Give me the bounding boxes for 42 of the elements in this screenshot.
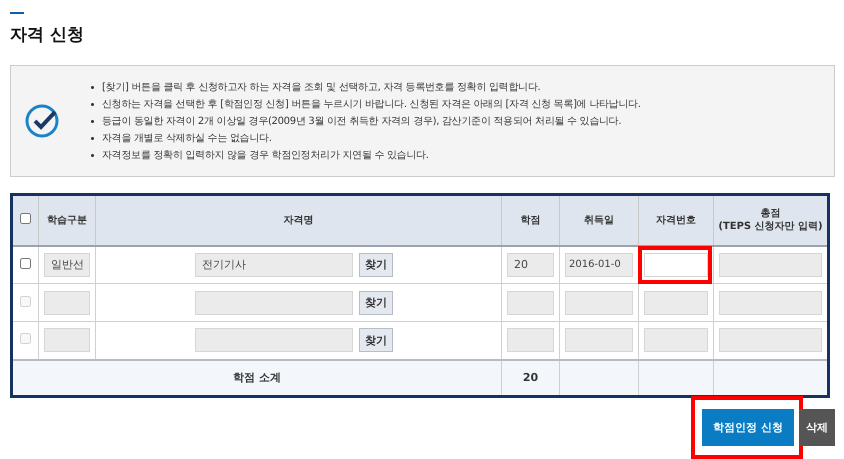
page-title: 자격 신청 (10, 24, 85, 46)
subtotal-label: 학점 소계 (233, 371, 281, 384)
bullet-dot (91, 154, 94, 156)
date-field[interactable]: 2016-01-0 (564, 252, 633, 277)
score-field[interactable] (719, 290, 822, 314)
notice-text: 자격을 개별로 삭제하실 수는 없습니다. (102, 132, 272, 145)
credits-field[interactable]: 20 (506, 252, 554, 277)
notice-text: 등급이 동일한 자격이 2개 이상일 경우(2009년 3월 이전 취득한 자격의 경우), 감산기준이 적용되어 처리될 수 있습니다. (102, 115, 622, 128)
score-field[interactable] (719, 252, 822, 277)
bullet-dot (91, 120, 94, 122)
title-accent (10, 12, 24, 14)
delete-button[interactable]: 삭제 (799, 409, 835, 446)
check-circle-icon (25, 103, 61, 139)
bullet-dot (91, 102, 94, 106)
notice-text: [찾기] 버튼을 클릭 후 신청하고자 하는 자격을 조회 및 선택하고, 자격 등록번호를 정확히 입력합니다. (102, 81, 540, 94)
column-header: 자격번호 (656, 214, 696, 226)
certificate-number-field[interactable] (644, 252, 708, 277)
column-header: 학습구분 (46, 214, 87, 226)
credits-field[interactable] (506, 290, 554, 314)
bullet-dot (91, 136, 94, 140)
select-all-checkbox[interactable] (20, 212, 31, 224)
bullet-dot (91, 86, 94, 88)
column-header: 취득일 (584, 214, 614, 226)
column-header: 학점 (520, 214, 540, 226)
credits-field[interactable] (506, 328, 554, 352)
qualification-name-field[interactable] (194, 328, 353, 352)
category-field[interactable] (44, 290, 90, 314)
apply-button[interactable]: 학점인정 신청 (702, 409, 794, 446)
find-button[interactable]: 찾기 (358, 252, 393, 277)
date-field[interactable] (564, 328, 633, 352)
category-field[interactable]: 일반선 (44, 252, 90, 277)
score-field[interactable] (719, 328, 822, 352)
notice-text: 신청하는 자격을 선택한 후 [학점인정 신청] 버튼을 누르시기 바랍니다. 신청된 자격은 아래의 [자격 신청 목록]에 나타납니다. (102, 98, 641, 111)
subtotal-credits: 20 (522, 371, 538, 384)
row-checkbox[interactable] (20, 258, 31, 269)
column-header: 총점 (TEPS 신청자만 입력) (718, 208, 823, 232)
date-field[interactable] (564, 290, 633, 314)
qualification-name-field[interactable] (194, 290, 353, 314)
category-field[interactable] (44, 328, 90, 352)
notice-text: 자격정보를 정확히 입력하지 않을 경우 학점인정처리가 지연될 수 있습니다. (102, 149, 429, 162)
column-header: 자격명 (283, 214, 314, 226)
qualification-name-field[interactable]: 전기기사 (194, 252, 353, 277)
